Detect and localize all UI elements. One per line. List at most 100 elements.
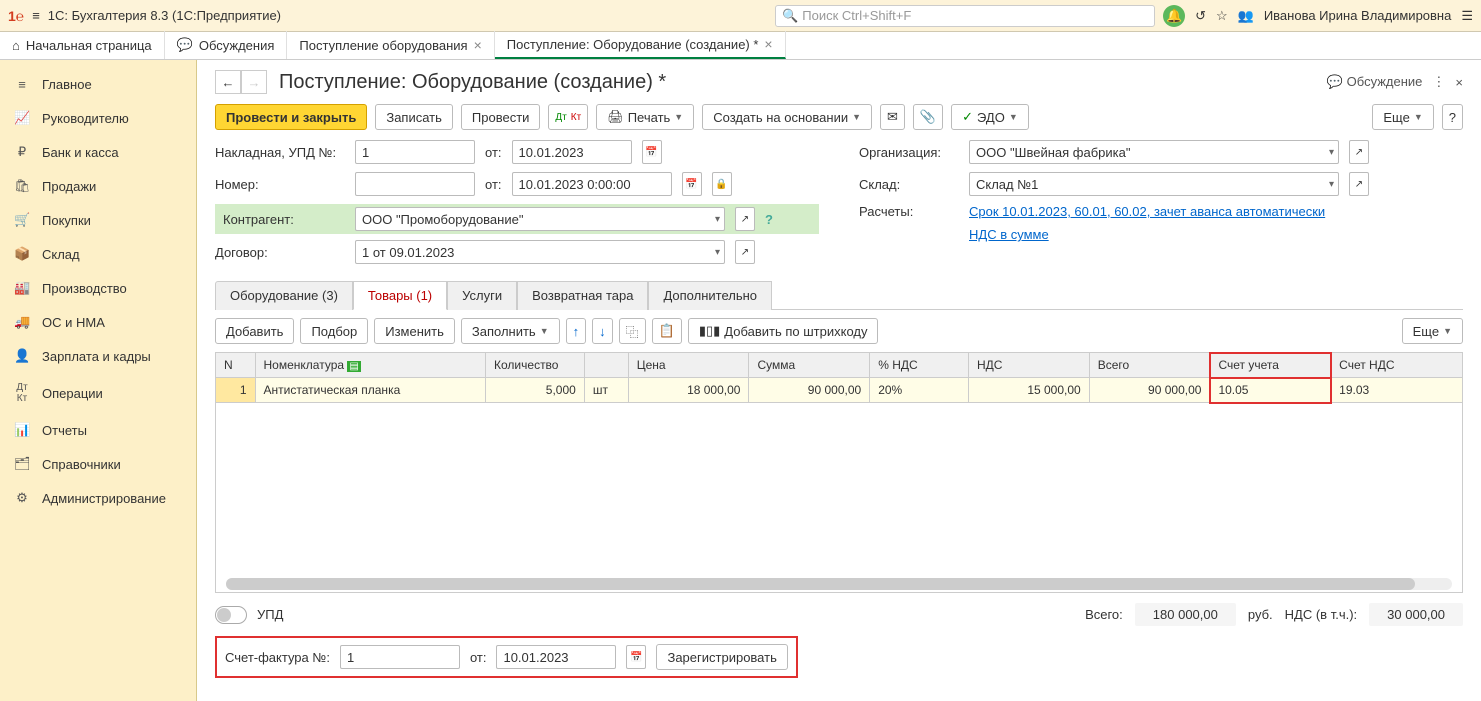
- help-button[interactable]: ?: [1442, 104, 1463, 130]
- subtab-equipment[interactable]: Оборудование (3): [215, 281, 353, 310]
- edo-button[interactable]: ✓ЭДО▼: [951, 104, 1029, 130]
- discuss-button[interactable]: 💬 Обсуждение: [1327, 74, 1423, 90]
- dtct-button[interactable]: ДтКт: [548, 104, 588, 130]
- attach-button[interactable]: 📎: [913, 104, 943, 130]
- history-icon[interactable]: ↺: [1195, 8, 1206, 24]
- sidebar-item-bank[interactable]: ₽Банк и касса: [0, 135, 196, 169]
- add-button[interactable]: Добавить: [215, 318, 294, 344]
- move-up-button[interactable]: ↑: [566, 318, 587, 344]
- nav-forward-button[interactable]: →: [241, 70, 267, 94]
- sf-no-input[interactable]: 1: [340, 645, 460, 669]
- sidebar-item-salary[interactable]: 👤Зарплата и кадры: [0, 339, 196, 373]
- cell-vat[interactable]: 15 000,00: [968, 378, 1089, 403]
- star-icon[interactable]: ☆: [1216, 8, 1228, 24]
- print-button[interactable]: 🖨Печать▼: [596, 104, 694, 130]
- open-icon[interactable]: ↗: [735, 240, 755, 264]
- sidebar-item-manager[interactable]: 📈Руководителю: [0, 101, 196, 135]
- sidebar-item-operations[interactable]: ДтКтОперации: [0, 373, 196, 413]
- cell-qty[interactable]: 5,000: [486, 378, 585, 403]
- col-name[interactable]: Номенклатура ▤: [255, 353, 486, 378]
- open-icon[interactable]: ↗: [735, 207, 755, 231]
- date2-input[interactable]: 10.01.2023 0:00:00: [512, 172, 672, 196]
- cell-vatacct[interactable]: 19.03: [1331, 378, 1463, 403]
- col-sum[interactable]: Сумма: [749, 353, 870, 378]
- cell-sum[interactable]: 90 000,00: [749, 378, 870, 403]
- cell-vatpct[interactable]: 20%: [870, 378, 969, 403]
- subtab-returnable[interactable]: Возвратная тара: [517, 281, 648, 310]
- calendar-icon[interactable]: 📅: [682, 172, 702, 196]
- calendar-icon[interactable]: 📅: [626, 645, 646, 669]
- subtab-extra[interactable]: Дополнительно: [648, 281, 772, 310]
- upd-toggle[interactable]: [215, 606, 247, 624]
- help-icon[interactable]: ?: [765, 212, 773, 227]
- contract-input[interactable]: 1 от 09.01.2023: [355, 240, 725, 264]
- post-close-button[interactable]: Провести и закрыть: [215, 104, 367, 130]
- col-n[interactable]: N: [216, 353, 256, 378]
- open-icon[interactable]: ↗: [1349, 140, 1369, 164]
- calc-link[interactable]: Срок 10.01.2023, 60.01, 60.02, зачет ава…: [969, 204, 1325, 219]
- cell-total[interactable]: 90 000,00: [1089, 378, 1210, 403]
- tab-receipt-equipment[interactable]: Поступление оборудования ×: [287, 31, 494, 59]
- create-based-button[interactable]: Создать на основании▼: [702, 104, 872, 130]
- cell-price[interactable]: 18 000,00: [628, 378, 749, 403]
- register-button[interactable]: Зарегистрировать: [656, 644, 787, 670]
- vat-link[interactable]: НДС в сумме: [969, 227, 1049, 242]
- subtab-services[interactable]: Услуги: [447, 281, 517, 310]
- settings-icon[interactable]: ☰: [1461, 8, 1473, 24]
- sidebar-item-main[interactable]: ≡Главное: [0, 68, 196, 101]
- barcode-button[interactable]: ▮▯▮Добавить по штрихкоду: [688, 318, 879, 344]
- lock-icon[interactable]: 🔒: [712, 172, 732, 196]
- options-icon[interactable]: ⋮: [1432, 74, 1445, 90]
- cell-acct[interactable]: 10.05: [1210, 378, 1331, 403]
- copy-button[interactable]: ⿻: [619, 318, 646, 344]
- col-price[interactable]: Цена: [628, 353, 749, 378]
- move-down-button[interactable]: ↓: [592, 318, 613, 344]
- invoice-no-input[interactable]: 1: [355, 140, 475, 164]
- tab-discussions[interactable]: 💬 Обсуждения: [165, 31, 288, 59]
- subtab-goods[interactable]: Товары (1): [353, 281, 447, 310]
- cell-n[interactable]: 1: [216, 378, 256, 403]
- save-button[interactable]: Записать: [375, 104, 453, 130]
- col-unit[interactable]: [584, 353, 628, 378]
- cell-unit[interactable]: шт: [584, 378, 628, 403]
- user-icon[interactable]: 👥: [1238, 8, 1254, 24]
- calendar-icon[interactable]: 📅: [642, 140, 662, 164]
- number-input[interactable]: [355, 172, 475, 196]
- more-button[interactable]: Еще▼: [1372, 104, 1433, 130]
- sidebar-item-assets[interactable]: 🚚ОС и НМА: [0, 305, 196, 339]
- search-input[interactable]: 🔍 Поиск Ctrl+Shift+F: [775, 5, 1155, 27]
- col-vat[interactable]: НДС: [968, 353, 1089, 378]
- contractor-input[interactable]: ООО "Промоборудование": [355, 207, 725, 231]
- sidebar-item-catalogs[interactable]: 🗂Справочники: [0, 447, 196, 481]
- sidebar-item-sales[interactable]: 🛍Продажи: [0, 169, 196, 203]
- fill-button[interactable]: Заполнить▼: [461, 318, 560, 344]
- col-vatacct[interactable]: Счет НДС: [1331, 353, 1463, 378]
- cell-name[interactable]: Антистатическая планка: [255, 378, 486, 403]
- sidebar-item-admin[interactable]: ⚙Администрирование: [0, 481, 196, 515]
- scrollbar-thumb[interactable]: [226, 578, 1415, 590]
- sidebar-item-reports[interactable]: 📊Отчеты: [0, 413, 196, 447]
- col-qty[interactable]: Количество: [486, 353, 585, 378]
- mail-button[interactable]: ✉: [880, 104, 905, 130]
- col-acct[interactable]: Счет учета: [1210, 353, 1331, 378]
- nav-back-button[interactable]: ←: [215, 70, 241, 94]
- paste-button[interactable]: 📋: [652, 318, 682, 344]
- tab-home[interactable]: ⌂ Начальная страница: [0, 31, 165, 59]
- tab-receipt-create[interactable]: Поступление: Оборудование (создание) * ×: [495, 31, 786, 59]
- close-icon[interactable]: ×: [474, 37, 482, 53]
- grid-more-button[interactable]: Еще▼: [1402, 318, 1463, 344]
- sf-date-input[interactable]: 10.01.2023: [496, 645, 616, 669]
- sidebar-item-warehouse[interactable]: 📦Склад: [0, 237, 196, 271]
- post-button[interactable]: Провести: [461, 104, 541, 130]
- close-icon[interactable]: ×: [764, 36, 772, 52]
- org-input[interactable]: ООО "Швейная фабрика": [969, 140, 1339, 164]
- open-icon[interactable]: ↗: [1349, 172, 1369, 196]
- col-total[interactable]: Всего: [1089, 353, 1210, 378]
- sidebar-item-purchases[interactable]: 🛒Покупки: [0, 203, 196, 237]
- table-row[interactable]: 1 Антистатическая планка 5,000 шт 18 000…: [216, 378, 1463, 403]
- warehouse-input[interactable]: Склад №1: [969, 172, 1339, 196]
- close-icon[interactable]: ×: [1455, 75, 1463, 90]
- user-name[interactable]: Иванова Ирина Владимировна: [1264, 8, 1452, 23]
- date1-input[interactable]: 10.01.2023: [512, 140, 632, 164]
- menu-icon[interactable]: ≡: [32, 8, 40, 23]
